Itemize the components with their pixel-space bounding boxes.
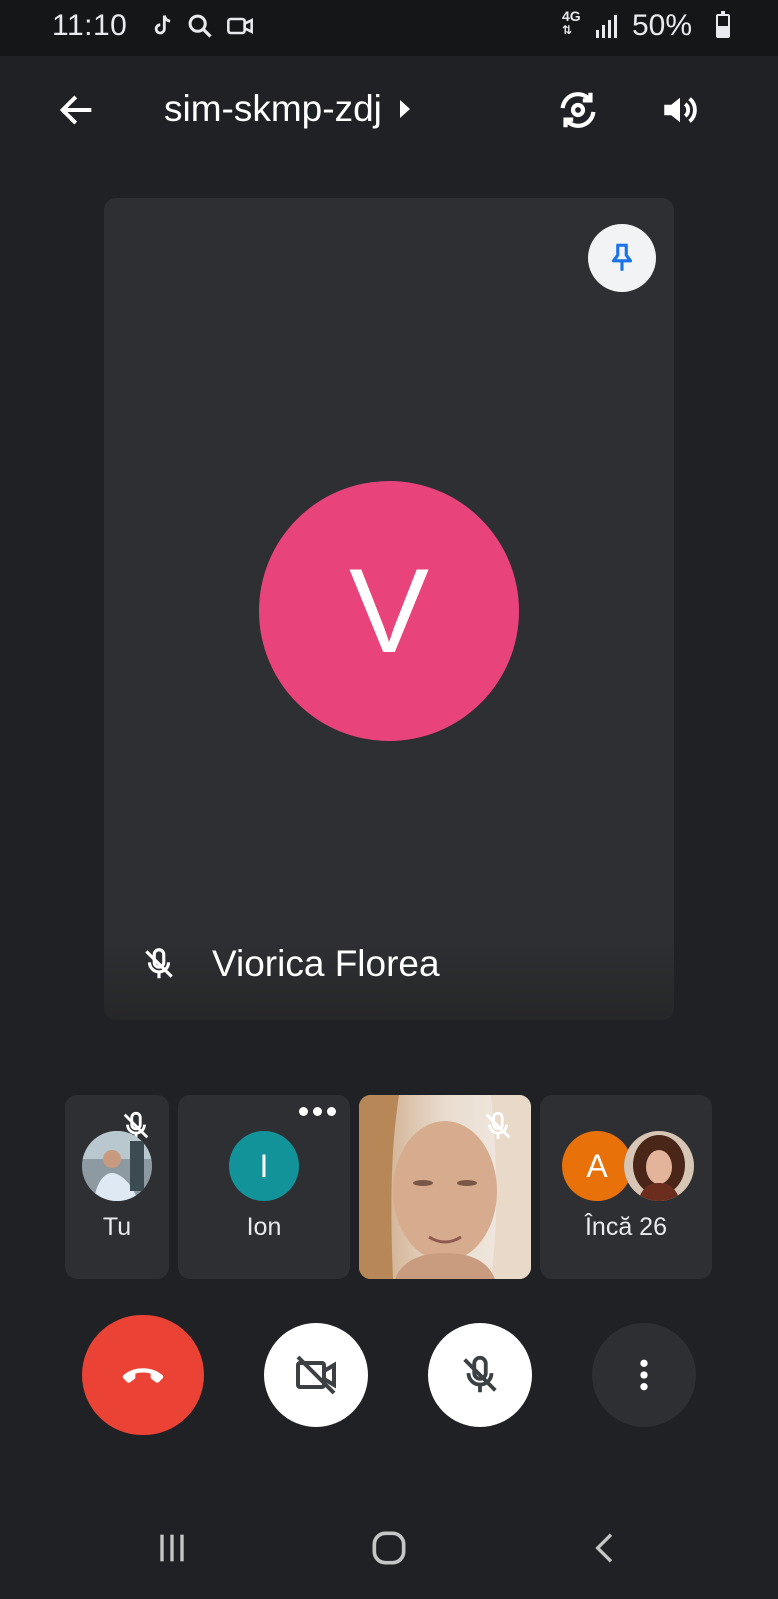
participant-name: Tu [102, 1213, 132, 1241]
more-options-button[interactable] [592, 1323, 696, 1427]
mic-off-icon [145, 948, 173, 979]
system-back-button[interactable] [576, 1518, 636, 1578]
main-participant-tile[interactable]: V Viorica Florea [104, 198, 674, 1020]
battery-percent: 50% [632, 9, 693, 42]
home-icon [372, 1531, 406, 1565]
avatar-letter: V [348, 544, 430, 678]
video-recording-icon [227, 17, 253, 35]
camera-off-icon [296, 1355, 336, 1395]
tiktok-icon [154, 15, 171, 35]
chevron-left-icon [595, 1533, 613, 1563]
caret-right-icon [399, 100, 410, 118]
switch-camera-icon [560, 92, 596, 128]
arrow-left-icon [59, 95, 92, 125]
camera-toggle-button[interactable] [264, 1323, 368, 1427]
battery-icon [716, 11, 730, 38]
self-photo [82, 1131, 152, 1201]
main-participant-label: Viorica Florea [140, 943, 440, 985]
participant-avatar: V [259, 481, 519, 741]
participant-avatar: A [562, 1131, 632, 1201]
avatar-letter: I [259, 1147, 269, 1184]
signal-icon [596, 15, 617, 38]
volume-icon [664, 97, 697, 123]
participant-tile-self[interactable]: Tu [65, 1095, 169, 1279]
participant-tile-video[interactable] [359, 1095, 531, 1279]
participant-photo-avatar [624, 1131, 694, 1201]
participant-name: Ion [246, 1213, 282, 1241]
status-time: 11:10 [52, 9, 128, 42]
home-button[interactable] [359, 1518, 419, 1578]
avatar-letter: A [586, 1147, 608, 1184]
self-avatar [82, 1131, 152, 1201]
end-call-button[interactable] [82, 1315, 204, 1435]
participant-tile-ion[interactable]: I Ion [178, 1095, 350, 1279]
participant-photo [624, 1131, 694, 1201]
back-button[interactable] [48, 82, 104, 138]
participant-avatar: I [229, 1131, 299, 1201]
more-vert-icon [640, 1359, 648, 1391]
status-bar: 11:10 4G ⇅ 50% [0, 0, 778, 56]
microphone-toggle-button[interactable] [428, 1323, 532, 1427]
meeting-code: sim-skmp-zdj [164, 88, 382, 129]
more-options-icon[interactable] [299, 1107, 336, 1116]
mic-off-icon [485, 1111, 511, 1139]
hang-up-icon [122, 1368, 164, 1383]
participant-name: Viorica Florea [212, 943, 440, 984]
pin-button[interactable] [588, 224, 656, 292]
pin-icon [611, 243, 633, 271]
network-type: 4G ⇅ [562, 8, 581, 37]
speaker-button[interactable] [652, 82, 708, 138]
recent-apps-button[interactable] [142, 1518, 202, 1578]
more-participants-label: Încă 26 [584, 1213, 667, 1241]
recent-apps-icon [160, 1534, 184, 1562]
mic-off-icon [463, 1355, 497, 1393]
participant-tile-more[interactable]: A Încă 26 [540, 1095, 712, 1279]
search-icon [188, 14, 212, 38]
meeting-title-button[interactable]: sim-skmp-zdj [164, 88, 410, 130]
switch-camera-button[interactable] [550, 82, 606, 138]
